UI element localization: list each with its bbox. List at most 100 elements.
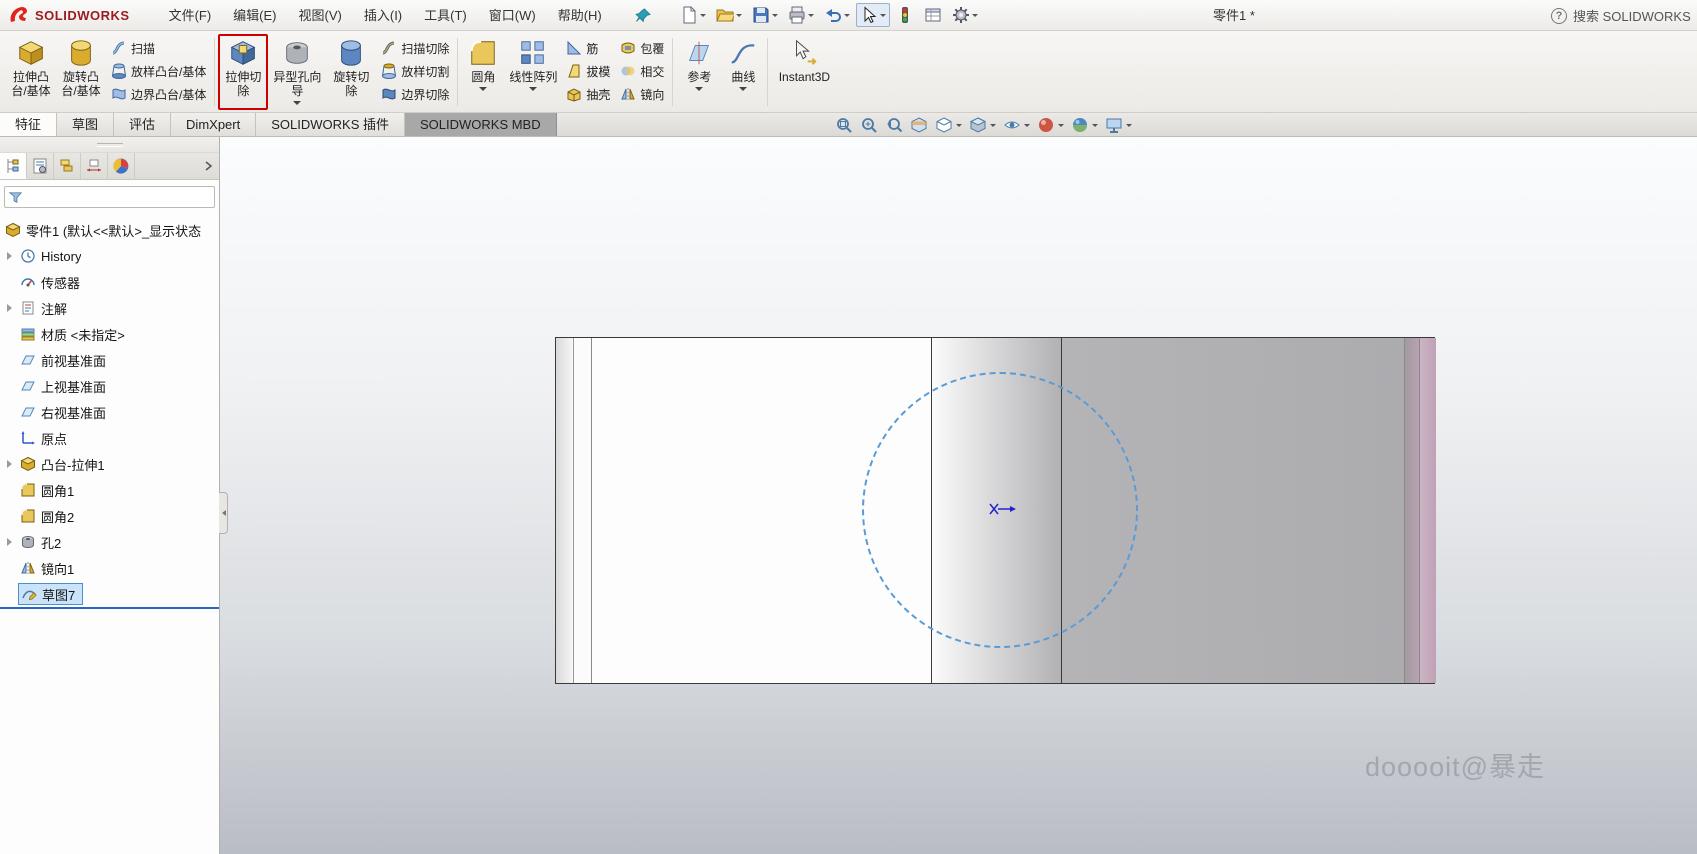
ribbon-revolved-cut-button[interactable]: 旋转切除 (326, 34, 376, 110)
ribbon-instant3d-button[interactable]: Instant3D (771, 34, 837, 110)
hide-show-items-button[interactable] (1003, 116, 1030, 134)
open-button[interactable] (712, 3, 746, 27)
tree-root-part[interactable]: 零件1 (默认<<默认>_显示状态 (0, 217, 218, 243)
ribbon-revolved-boss-button[interactable]: 旋转凸台/基体 (56, 34, 106, 110)
featuremanager-tree-tab[interactable] (0, 153, 27, 179)
configurationmanager-tab[interactable] (54, 153, 81, 179)
ribbon-shell-button[interactable]: 抽壳 (563, 84, 613, 104)
ribbon-extruded-cut-button[interactable]: 拉伸切除 (218, 34, 268, 110)
sketch-origin-marker[interactable] (988, 501, 1018, 519)
part-face-right-shade[interactable] (1404, 338, 1419, 683)
tree-item-material[interactable]: 材质 <未指定> (0, 321, 218, 347)
options-button[interactable] (948, 3, 982, 27)
menu-file[interactable]: 文件(F) (158, 0, 223, 31)
ribbon-swept-cut-button[interactable]: 扫描切除 (378, 38, 452, 58)
dropdown-caret-icon[interactable] (695, 87, 703, 95)
pin-menu-button[interactable] (635, 7, 652, 24)
ribbon-boundary-cut-button[interactable]: 边界切除 (378, 84, 452, 104)
tree-item-right-plane[interactable]: 右视基准面 (0, 399, 218, 425)
menu-edit[interactable]: 编辑(E) (222, 0, 287, 31)
edit-appearance-button[interactable] (1037, 116, 1064, 134)
search-input[interactable]: 搜索 SOLIDWORKS (1573, 6, 1691, 25)
new-document-button[interactable] (676, 3, 710, 27)
displaymanager-tab[interactable] (108, 153, 135, 179)
expand-arrow-icon[interactable] (7, 460, 16, 468)
expand-arrow-icon[interactable] (7, 304, 16, 312)
ribbon-wrap-button[interactable]: 包覆 (617, 38, 667, 58)
origin-icon (20, 430, 36, 446)
section-view-icon[interactable] (910, 116, 928, 134)
tab-features[interactable]: 特征 (0, 113, 57, 136)
dropdown-caret-icon[interactable] (529, 87, 537, 95)
view-settings-button[interactable] (1105, 116, 1132, 134)
zoom-to-fit-icon[interactable] (835, 116, 853, 134)
menu-tools[interactable]: 工具(T) (413, 0, 478, 31)
dimxpertmanager-tab[interactable] (81, 153, 108, 179)
ribbon-rib-button[interactable]: 筋 (563, 38, 613, 58)
ribbon-draft-button[interactable]: 拔模 (563, 61, 613, 81)
tree-item-mirror1[interactable]: 镜向1 (0, 555, 218, 581)
ribbon-linear-pattern-button[interactable]: 线性阵列 (505, 34, 561, 110)
menu-window[interactable]: 窗口(W) (478, 0, 547, 31)
ribbon-intersect-button[interactable]: 相交 (617, 61, 667, 81)
tree-item-front-plane[interactable]: 前视基准面 (0, 347, 218, 373)
previous-view-icon[interactable] (885, 116, 903, 134)
tree-item-history[interactable]: History (0, 243, 218, 269)
ribbon-lofted-cut-button[interactable]: 放样切割 (378, 61, 452, 81)
dropdown-caret-icon[interactable] (739, 87, 747, 95)
tree-item-fillet1[interactable]: 圆角1 (0, 477, 218, 503)
dropdown-caret-icon[interactable] (293, 101, 301, 109)
propertymanager-tab[interactable] (27, 153, 54, 179)
rollback-bar[interactable] (0, 607, 219, 609)
tab-evaluate[interactable]: 评估 (114, 113, 171, 136)
expand-arrow-icon[interactable] (7, 252, 16, 260)
ribbon-lofted-boss-button[interactable]: 放样凸台/基体 (108, 61, 209, 81)
graphics-area[interactable]: dooooit@暴走 (220, 137, 1697, 854)
tree-item-fillet2[interactable]: 圆角2 (0, 503, 218, 529)
tab-solidworks-mbd[interactable]: SOLIDWORKS MBD (405, 113, 557, 136)
part-face-left-edge[interactable] (556, 338, 573, 683)
file-properties-button[interactable] (920, 3, 946, 27)
ribbon-hole-wizard-button[interactable]: 异型孔向导 (268, 34, 326, 110)
save-button[interactable] (748, 3, 782, 27)
display-style-button[interactable] (969, 116, 996, 134)
tree-item-top-plane[interactable]: 上视基准面 (0, 373, 218, 399)
dropdown-caret-icon[interactable] (479, 87, 487, 95)
ribbon-extruded-boss-button[interactable]: 拉伸凸台/基体 (6, 34, 56, 110)
panel-splitter[interactable] (0, 137, 219, 153)
tree-item-sensors[interactable]: 传感器 (0, 269, 218, 295)
part-face-pink-edge[interactable] (1419, 338, 1436, 683)
ribbon-mirror-button[interactable]: 镜向 (617, 84, 667, 104)
menu-help[interactable]: 帮助(H) (547, 0, 613, 31)
ribbon-swept-boss-button[interactable]: 扫描 (108, 38, 209, 58)
print-button[interactable] (784, 3, 818, 27)
panel-collapse-handle[interactable] (219, 492, 228, 534)
zoom-to-area-icon[interactable] (860, 116, 878, 134)
tab-sketch[interactable]: 草图 (57, 113, 114, 136)
undo-button[interactable] (820, 3, 854, 27)
expand-arrow-icon[interactable] (7, 538, 16, 546)
view-orientation-button[interactable] (935, 116, 962, 134)
ribbon-reference-geometry-button[interactable]: 参考 (676, 34, 722, 110)
ribbon-curves-button[interactable]: 曲线 (722, 34, 764, 110)
tree-item-hole2[interactable]: 孔2 (0, 529, 218, 555)
select-tool-button[interactable] (856, 3, 890, 27)
tree-item-sketch7[interactable]: 草图7 (0, 581, 218, 607)
tree-item-boss-extrude1[interactable]: 凸台-拉伸1 (0, 451, 218, 477)
dropdown-caret-icon (972, 14, 978, 20)
tree-item-annotations[interactable]: 注解 (0, 295, 218, 321)
ribbon-fillet-button[interactable]: 圆角 (461, 34, 505, 110)
tree-filter-box[interactable] (4, 186, 215, 208)
filter-input[interactable] (26, 188, 211, 206)
apply-scene-button[interactable] (1071, 116, 1098, 134)
rebuild-button[interactable] (892, 3, 918, 27)
ribbon-boundary-boss-button[interactable]: 边界凸台/基体 (108, 84, 209, 104)
tab-dimxpert[interactable]: DimXpert (171, 113, 256, 136)
menu-insert[interactable]: 插入(I) (353, 0, 413, 31)
menu-view[interactable]: 视图(V) (288, 0, 353, 31)
help-icon[interactable]: ? (1551, 8, 1567, 24)
tab-solidworks-addins[interactable]: SOLIDWORKS 插件 (256, 113, 405, 136)
tree-item-origin[interactable]: 原点 (0, 425, 218, 451)
panel-tabs-overflow-chevron[interactable] (203, 159, 215, 176)
part-face-left-strip[interactable] (573, 338, 591, 683)
